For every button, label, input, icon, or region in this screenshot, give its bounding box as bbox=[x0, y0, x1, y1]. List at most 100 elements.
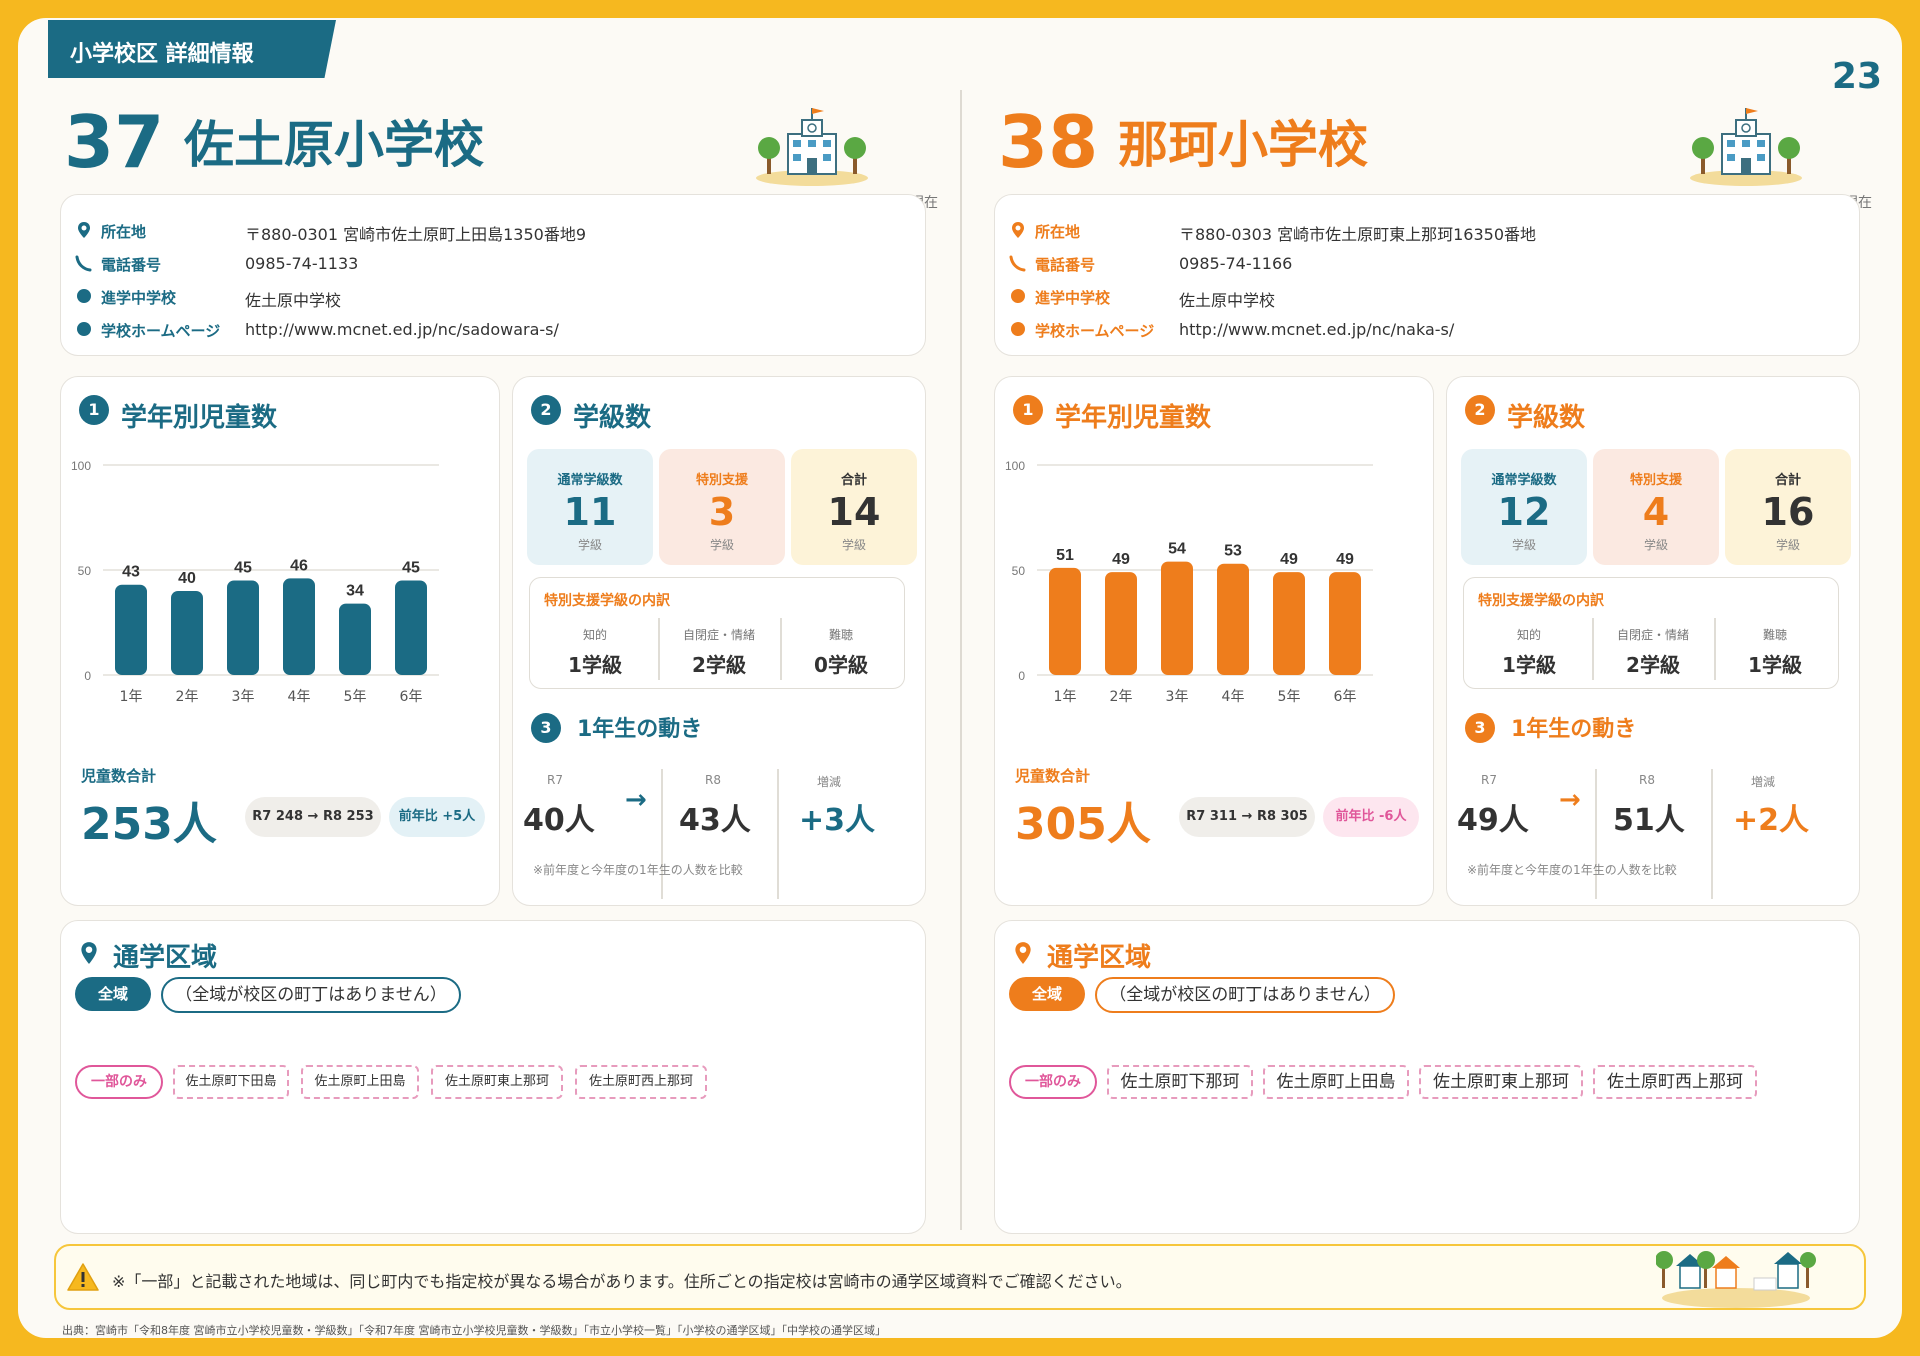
town-chip: 佐土原町下那珂 bbox=[1107, 1065, 1253, 1099]
bar-value-label: 49 bbox=[1280, 551, 1298, 568]
school-header: 37 佐土原小学校 令和8年5月1日現在 bbox=[64, 100, 944, 211]
move-caption: R8 bbox=[705, 773, 721, 787]
move-r7: 40人 bbox=[523, 803, 595, 838]
classes-title: 学級数 bbox=[1507, 403, 1586, 433]
section-number-badge: 2 bbox=[1465, 395, 1495, 425]
section-number-badge: 3 bbox=[531, 713, 561, 743]
move-diff: +3人 bbox=[799, 803, 876, 838]
class-unit: 学級 bbox=[1643, 537, 1668, 552]
junior-high-value: 佐土原中学校 bbox=[245, 291, 342, 310]
breakdown-cell: 自閉症・情緒 2学級 bbox=[1594, 618, 1712, 680]
phone-icon bbox=[1009, 255, 1026, 272]
bar bbox=[1329, 572, 1361, 675]
bar-value-label: 53 bbox=[1224, 543, 1242, 560]
section-number-badge: 2 bbox=[531, 395, 561, 425]
bar bbox=[339, 603, 371, 675]
special-class-count: 4 bbox=[1642, 490, 1670, 534]
move-caption: R7 bbox=[547, 773, 563, 787]
location-pin-icon bbox=[1012, 222, 1024, 238]
info-row-homepage: 学校ホームページ http://www.mcnet.ed.jp/nc/naka-… bbox=[1009, 316, 1849, 346]
info-label: 電話番号 bbox=[101, 256, 162, 274]
bar bbox=[1217, 563, 1249, 675]
special-breakdown: 特別支援学級の内訳 知的 1学級 自閉症・情緒 2学級 難聴 0学級 bbox=[529, 577, 905, 689]
bar bbox=[115, 584, 147, 675]
x-tick-label: 1年 bbox=[1054, 689, 1077, 705]
school-name: 那珂小学校 bbox=[1118, 116, 1368, 174]
move-arrow: → bbox=[625, 785, 647, 815]
students-card: 1 学年別児童数 0 50 100 43 1年 40 2年 45 3年 46 4年 34 5年 45 6年 … bbox=[60, 376, 500, 906]
all-area-badge: 全域 bbox=[1009, 977, 1085, 1011]
info-row-phone: 電話番号 0985-74-1166 bbox=[1009, 250, 1849, 280]
class-caption: 通常学級数 bbox=[1491, 473, 1557, 488]
classes-card: 2 学級数 通常学級数 12 学級 特別支援 4 学級 合計 16 学級 特別支… bbox=[1446, 376, 1860, 906]
column-divider bbox=[960, 90, 962, 1230]
school-header: 38 那珂小学校 令和8年5月1日現在 bbox=[998, 100, 1878, 211]
town-illustration-icon bbox=[1656, 1251, 1816, 1308]
all-area-badge: 全域 bbox=[75, 977, 151, 1011]
class-unit: 学級 bbox=[1511, 537, 1536, 552]
location-pin-icon bbox=[1015, 942, 1031, 964]
school-area-card: 通学区域 全域 （全域が校区の町丁はありません） 一部のみ 佐土原町下田島 佐土… bbox=[60, 920, 926, 1234]
notice-text: ※「一部」と記載された地域は、同じ町内でも指定校が異なる場合があります。住所ごと… bbox=[112, 1272, 1132, 1291]
town-chip: 佐土原町西上那珂 bbox=[1593, 1065, 1757, 1099]
town-chip: 佐土原町東上那珂 bbox=[1419, 1065, 1583, 1099]
diff-pill: 前年比 +5人 bbox=[389, 797, 485, 837]
x-tick-label: 1年 bbox=[120, 689, 143, 705]
location-pin-icon bbox=[78, 222, 90, 238]
bar bbox=[1161, 561, 1193, 675]
bar-value-label: 45 bbox=[402, 560, 420, 577]
regular-class-box: 通常学級数 11 学級 bbox=[527, 449, 653, 565]
source-note: 出典：宮崎市「令和8年度 宮崎市立小学校児童数・学級数」「令和7年度 宮崎市立小… bbox=[62, 1324, 886, 1337]
total-label: 児童数合計 bbox=[81, 767, 157, 785]
move-caption: R7 bbox=[1481, 773, 1497, 787]
school-building-icon bbox=[1690, 108, 1802, 186]
info-row-junior-high: 進学中学校 佐土原中学校 bbox=[75, 283, 915, 313]
breakdown-key: 知的 bbox=[1516, 628, 1541, 642]
y-tick-label: 100 bbox=[1005, 459, 1025, 473]
info-label: 学校ホームページ bbox=[101, 322, 221, 340]
move-r8: 51人 bbox=[1613, 803, 1685, 838]
bar bbox=[283, 578, 315, 675]
school-building-icon bbox=[756, 108, 868, 186]
school-number: 37 bbox=[64, 100, 165, 184]
bullet-dot-icon bbox=[1011, 322, 1025, 336]
regular-class-box: 通常学級数 12 学級 bbox=[1461, 449, 1587, 565]
address-value: 〒880-0301 宮崎市佐土原町上田島1350番地9 bbox=[245, 225, 587, 244]
x-tick-label: 5年 bbox=[1278, 689, 1301, 705]
move-diff: +2人 bbox=[1733, 803, 1810, 838]
total-label: 児童数合計 bbox=[1015, 767, 1091, 785]
school-info-card: 所在地 〒880-0303 宮崎市佐土原町東上那珂16350番地 電話番号 09… bbox=[994, 194, 1860, 356]
bar-value-label: 43 bbox=[122, 564, 140, 581]
students-card: 1 学年別児童数 0 50 100 51 1年 49 2年 54 3年 53 4年 49 5年 49 6年 … bbox=[994, 376, 1434, 906]
breakdown-cell: 難聴 0学級 bbox=[782, 618, 900, 680]
bullet-dot-icon bbox=[1011, 289, 1025, 303]
info-row-address: 所在地 〒880-0303 宮崎市佐土原町東上那珂16350番地 bbox=[1009, 217, 1849, 247]
move-arrow: → bbox=[1559, 785, 1581, 815]
breakdown-title: 特別支援学級の内訳 bbox=[544, 593, 670, 609]
x-tick-label: 2年 bbox=[1110, 689, 1133, 705]
info-label: 所在地 bbox=[101, 223, 147, 241]
bullet-dot-icon bbox=[77, 289, 91, 303]
bar-value-label: 51 bbox=[1056, 547, 1074, 564]
partial-area-badge: 一部のみ bbox=[1009, 1065, 1097, 1099]
brochure-page: 小学校区 詳細情報 23 37 佐土原小学校 令和8年5月1日現在 bbox=[18, 18, 1902, 1338]
school-number: 38 bbox=[998, 100, 1099, 184]
move-title: 1年生の動き bbox=[1511, 717, 1637, 742]
x-tick-label: 5年 bbox=[344, 689, 367, 705]
breakdown-key: 難聴 bbox=[828, 628, 853, 642]
town-chip: 佐土原町下田島 bbox=[173, 1065, 289, 1099]
school-column: 38 那珂小学校 令和8年5月1日現在 所在地 〒880-030 bbox=[994, 18, 1874, 1234]
bar bbox=[1049, 567, 1081, 675]
diff-pill: 前年比 -6人 bbox=[1323, 797, 1419, 837]
info-label: 学校ホームページ bbox=[1035, 322, 1155, 340]
total-students: 253人 bbox=[81, 799, 217, 850]
move-caption: R8 bbox=[1639, 773, 1655, 787]
homepage-link[interactable]: http://www.mcnet.ed.jp/nc/naka-s/ bbox=[1179, 320, 1454, 339]
class-caption: 合計 bbox=[840, 473, 867, 488]
x-tick-label: 2年 bbox=[176, 689, 199, 705]
section-number-badge: 3 bbox=[1465, 713, 1495, 743]
move-divider bbox=[777, 769, 779, 899]
homepage-link[interactable]: http://www.mcnet.ed.jp/nc/sadowara-s/ bbox=[245, 320, 559, 339]
all-area-text: （全域が校区の町丁はありません） bbox=[1095, 977, 1395, 1013]
move-divider bbox=[661, 769, 663, 899]
